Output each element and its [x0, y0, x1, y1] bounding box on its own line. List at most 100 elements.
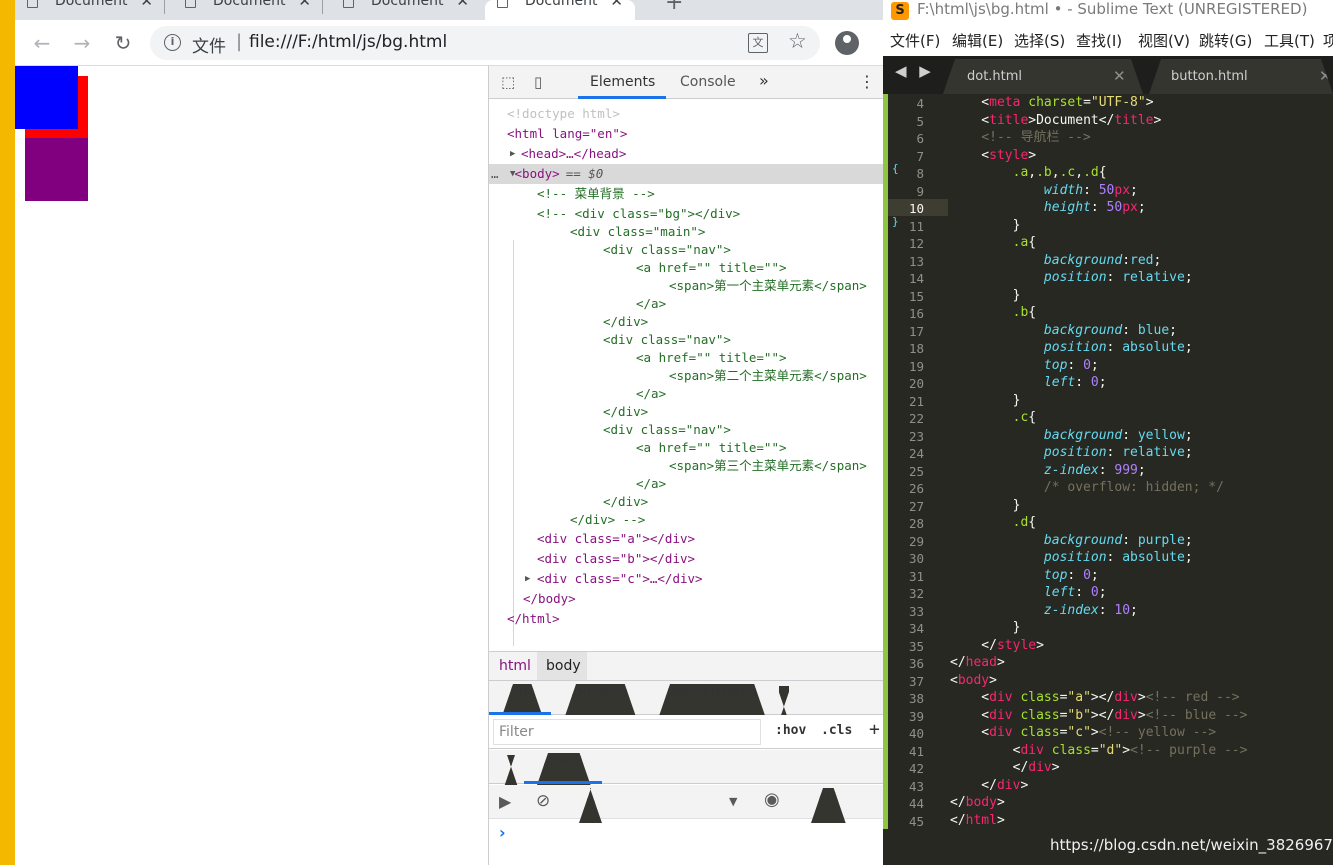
dom-node[interactable]: ▶ <head>…</head>	[489, 144, 883, 164]
dom-node[interactable]: </a>	[489, 474, 883, 494]
ellipsis-icon[interactable]: …	[491, 166, 499, 181]
dom-node[interactable]: </div>	[489, 312, 883, 332]
forward-icon[interactable]: →	[67, 28, 97, 58]
info-icon[interactable]: i	[164, 34, 181, 51]
dom-node[interactable]: </a>	[489, 384, 883, 404]
tab-elements[interactable]: Elements	[590, 74, 655, 90]
tab-title: Document	[371, 0, 444, 9]
line-number: 44	[908, 796, 924, 811]
comment-node: <a href="" title="">	[636, 350, 787, 365]
menu-goto[interactable]: 跳转(G)	[1199, 30, 1252, 51]
crumb-html[interactable]: html	[499, 658, 531, 674]
clear-console-icon[interactable]: ⊘	[536, 791, 550, 811]
back-icon[interactable]: ←	[27, 28, 57, 58]
inspect-cursor-icon[interactable]: ⬚	[501, 73, 515, 91]
browser-tab[interactable]: Document ✕	[173, 0, 323, 20]
menu-edit[interactable]: 编辑(E)	[952, 30, 1003, 51]
crumb-body[interactable]: body	[546, 658, 581, 674]
close-icon[interactable]: ✕	[1113, 67, 1126, 85]
line-number: 18	[908, 341, 924, 356]
dom-node[interactable]: ▶ <div class="c">…</div>	[489, 569, 883, 589]
browser-tab[interactable]: Document ✕	[331, 0, 481, 20]
dom-node[interactable]: <span>第三个主菜单元素</span>	[489, 456, 883, 476]
url-text[interactable]: file:///F:/html/js/bg.html	[249, 32, 447, 52]
styles-filter-input[interactable]: Filter	[493, 719, 761, 745]
dom-node[interactable]: </div>	[489, 402, 883, 422]
line-number: 6	[916, 131, 924, 146]
tab-scroll-arrows-icon[interactable]: ◀ ▶	[895, 62, 935, 80]
dom-node[interactable]: <div class="nav">	[489, 420, 883, 440]
browser-tab-active[interactable]: Document ✕	[485, 0, 635, 20]
file-tab-label: button.html	[1171, 69, 1248, 84]
expand-triangle-icon[interactable]: ▶	[510, 144, 515, 164]
tab-event-listeners[interactable]: Event Listeners	[658, 684, 766, 719]
close-icon[interactable]: ✕	[1319, 67, 1332, 85]
context-selector[interactable]: top	[579, 788, 602, 823]
line-number: 13	[908, 253, 924, 269]
dropdown-arrow-icon[interactable]: ▼	[729, 795, 737, 808]
eye-icon[interactable]: ◉	[764, 789, 780, 810]
close-icon[interactable]: ✕	[610, 0, 623, 10]
menu-find[interactable]: 查找(I)	[1076, 30, 1122, 51]
dom-node[interactable]: <span>第一个主菜单元素</span>	[489, 276, 883, 296]
document-icon	[343, 0, 354, 8]
more-tabs-icon[interactable]: »	[759, 71, 769, 90]
code-editor[interactable]: { } 4 5 6 7 8 9 10 11 12 13 14 15 16 17 18 19 20 21 22 23 24…	[883, 94, 1333, 865]
device-toggle-icon[interactable]: ▯	[534, 73, 542, 91]
new-tab-button[interactable]: +	[665, 0, 683, 15]
code-line: </style>	[950, 637, 1044, 653]
close-icon[interactable]: ✕	[456, 0, 469, 10]
menu-project[interactable]: 项	[1323, 30, 1333, 51]
hover-state-toggle[interactable]: :hov	[775, 723, 806, 738]
dom-node[interactable]: <div class="main">	[489, 222, 883, 242]
dom-node[interactable]: <div class="b"></div>	[489, 549, 883, 569]
add-rule-icon[interactable]: +	[869, 719, 880, 740]
dom-node[interactable]: <html lang="en">	[489, 124, 883, 144]
menu-selection[interactable]: 选择(S)	[1014, 30, 1065, 51]
dom-node[interactable]: <a href="" title="">	[489, 258, 883, 278]
reload-icon[interactable]: ↻	[108, 28, 138, 58]
dom-node[interactable]: </body>	[489, 589, 883, 609]
dom-node[interactable]: </html>	[489, 609, 883, 629]
dom-node-selected[interactable]: … ▼ <body> == $0	[489, 164, 883, 184]
comment-node: <!-- <div class="bg"></div>	[537, 206, 741, 221]
collapse-triangle-icon[interactable]: ▼	[510, 164, 515, 184]
sublime-titlebar: S F:\html\js\bg.html • - Sublime Text (U…	[883, 0, 1333, 24]
file-tab[interactable]: dot.html ✕	[943, 59, 1143, 94]
dom-node[interactable]: <a href="" title="">	[489, 348, 883, 368]
dom-node[interactable]: <div class="nav">	[489, 240, 883, 260]
tab-computed[interactable]: Computed	[564, 684, 637, 719]
console-prompt-icon[interactable]: ›	[499, 823, 506, 842]
dom-node[interactable]: <!-- 菜单背景 -->	[489, 184, 883, 204]
account-icon[interactable]	[835, 31, 859, 55]
console-filter-input[interactable]: Filter	[811, 788, 846, 823]
kebab-menu-icon[interactable]: ⋮	[859, 72, 875, 91]
line-number: 37	[908, 673, 924, 689]
dom-node[interactable]: <!-- <div class="bg"></div>	[489, 204, 883, 224]
menu-file[interactable]: 文件(F)	[890, 30, 940, 51]
close-icon[interactable]: ✕	[298, 0, 311, 10]
tab-title: Document	[55, 0, 128, 9]
tab-console[interactable]: Console	[680, 74, 736, 90]
dom-node[interactable]: <span>第二个主菜单元素</span>	[489, 366, 883, 386]
menu-view[interactable]: 视图(V)	[1138, 30, 1190, 51]
code-line: <meta charset="UTF-8">	[950, 95, 1154, 110]
translate-icon[interactable]: 文	[748, 33, 768, 53]
file-tab[interactable]: button.html ✕	[1149, 59, 1333, 94]
class-toggle[interactable]: .cls	[821, 723, 852, 738]
expand-triangle-icon[interactable]: ▶	[525, 569, 530, 589]
address-bar[interactable]: i 文件 | file:///F:/html/js/bg.html 文 ☆	[150, 26, 820, 60]
dom-node[interactable]: </a>	[489, 294, 883, 314]
bookmark-star-icon[interactable]: ☆	[788, 29, 807, 53]
dom-node[interactable]: </div> -->	[489, 510, 883, 530]
dom-node[interactable]: <div class="nav">	[489, 330, 883, 350]
browser-tab[interactable]: Document ✕	[15, 0, 165, 20]
dom-node[interactable]: <a href="" title="">	[489, 438, 883, 458]
dom-node[interactable]: <!doctype html>	[489, 104, 883, 124]
dom-node[interactable]: <div class="a"></div>	[489, 529, 883, 549]
sidebar-toggle-icon[interactable]: ▶	[499, 792, 511, 811]
body-close-tag: </body>	[523, 591, 576, 606]
dom-node[interactable]: </div>	[489, 492, 883, 512]
menu-tools[interactable]: 工具(T)	[1264, 30, 1315, 51]
close-icon[interactable]: ✕	[140, 0, 153, 10]
